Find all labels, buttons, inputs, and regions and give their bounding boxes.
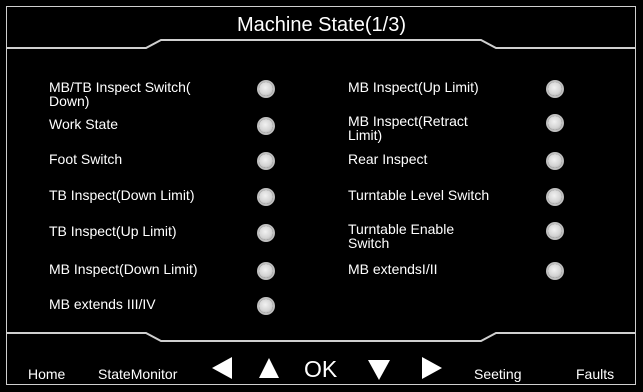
page-title: Machine State(1/3) — [237, 14, 406, 36]
ok-button[interactable]: OK — [304, 356, 337, 383]
state-label: TB Inspect(Down Limit) — [49, 187, 195, 203]
state-label: Rear Inspect — [348, 151, 428, 167]
state-label: Turntable Enable Switch — [348, 221, 455, 251]
triangle-up-icon[interactable] — [259, 358, 279, 378]
triangle-right-icon[interactable] — [422, 357, 442, 379]
state-label: MB extends III/IV — [49, 296, 156, 312]
status-indicator-icon — [259, 190, 273, 204]
status-indicator-icon — [259, 226, 273, 240]
triangle-left-icon[interactable] — [212, 357, 232, 379]
state-label: MB/TB Inspect Switch( Down) — [49, 79, 191, 109]
status-indicator-icon — [548, 82, 562, 96]
state-label: MB Inspect(Down Limit) — [49, 261, 198, 277]
state-label: Foot Switch — [49, 151, 123, 167]
triangle-down-icon[interactable] — [368, 360, 390, 380]
status-indicator-icon — [259, 82, 273, 96]
state-label: Turntable Level Switch — [348, 187, 490, 203]
state-label: TB Inspect(Up Limit) — [49, 223, 177, 239]
status-indicator-icon — [548, 264, 562, 278]
status-indicator-icon — [259, 154, 273, 168]
home-button[interactable]: Home — [28, 366, 65, 382]
state-label: MB Inspect(Up Limit) — [348, 79, 479, 95]
status-indicator-icon — [548, 154, 562, 168]
status-indicator-icon — [259, 299, 273, 313]
state-label: MB extendsI/II — [348, 261, 438, 277]
seeting-button[interactable]: Seeting — [474, 366, 521, 382]
status-indicator-icon — [259, 264, 273, 278]
state-label: Work State — [49, 116, 118, 132]
faults-button[interactable]: Faults — [576, 366, 614, 382]
status-indicator-icon — [548, 190, 562, 204]
status-indicator-icon — [548, 224, 562, 238]
status-indicator-icon — [548, 116, 562, 130]
status-indicator-icon — [259, 119, 273, 133]
state-label: MB Inspect(Retract Limit) — [348, 113, 468, 143]
state-monitor-button[interactable]: StateMonitor — [98, 366, 177, 382]
